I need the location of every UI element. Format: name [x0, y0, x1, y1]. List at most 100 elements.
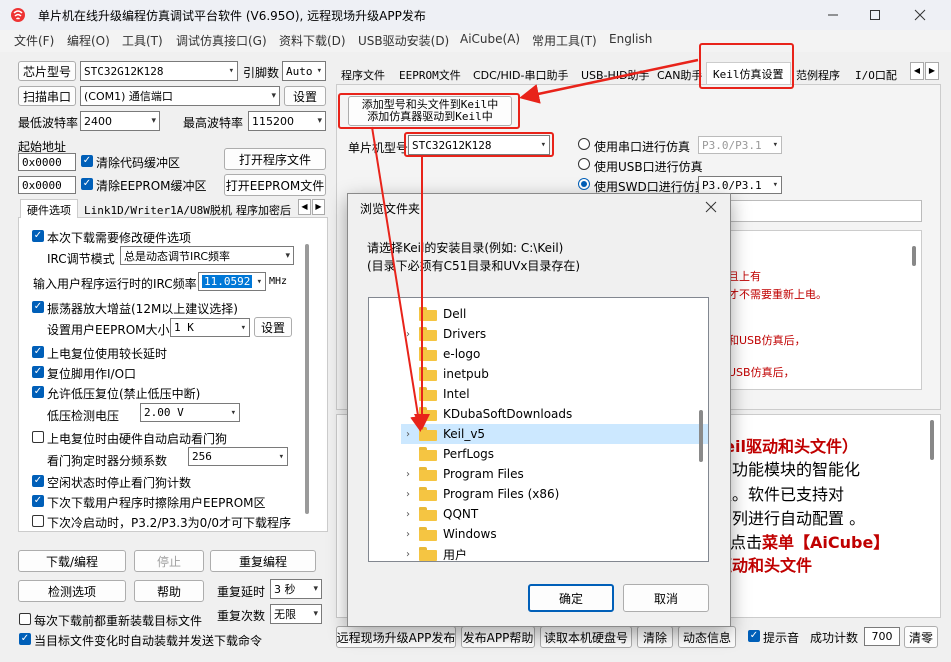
close-icon[interactable]: [913, 8, 927, 22]
folder-tree-item[interactable]: › Windows: [401, 524, 708, 544]
right-tab-scroll-right-icon[interactable]: ▶: [925, 62, 939, 80]
clear-eeprom-checkbox[interactable]: ✓: [81, 178, 93, 190]
sim-swd-port-select[interactable]: P3.0/P3.1 ▾: [698, 176, 782, 194]
dialog-ok-button[interactable]: 确定: [528, 584, 614, 612]
tab-examples[interactable]: 范例程序: [796, 67, 840, 83]
menu-program[interactable]: 编程(O): [67, 32, 110, 49]
folder-tree-item[interactable]: › Program Files (x86): [401, 484, 708, 504]
chevron-right-icon[interactable]: ›: [401, 429, 415, 440]
dialog-close-icon[interactable]: [704, 200, 718, 214]
menu-usb-driver[interactable]: USB驱动安装(D): [358, 32, 449, 49]
tab-program-file[interactable]: 程序文件: [341, 67, 385, 83]
repeat-delay-select[interactable]: 3 秒 ▾: [270, 579, 322, 599]
min-baud-select[interactable]: 2400 ▾: [80, 111, 160, 131]
folder-tree-item[interactable]: Intel: [401, 384, 708, 404]
chevron-right-icon[interactable]: ›: [401, 489, 415, 500]
open-eeprom-button[interactable]: 打开EEPROM文件: [224, 174, 326, 196]
code-address-input[interactable]: 0x0000: [18, 153, 76, 171]
sim-serial-port-select[interactable]: P3.0/P3.1 ▾: [698, 136, 782, 154]
folder-tree-item[interactable]: inetpub: [401, 364, 708, 384]
long-delay-checkbox[interactable]: ✓: [32, 346, 44, 358]
osc-gain-checkbox[interactable]: ✓: [32, 301, 44, 313]
sim-swd-radio[interactable]: [578, 178, 590, 190]
hw-options-scrollbar[interactable]: [305, 244, 309, 514]
reprogram-button[interactable]: 重复编程: [210, 550, 316, 572]
tab-io-config[interactable]: I/O口配: [855, 67, 909, 83]
reset-count-button[interactable]: 清零: [904, 626, 938, 648]
folder-tree-item[interactable]: › Program Files: [401, 464, 708, 484]
check-options-button[interactable]: 检测选项: [18, 580, 126, 602]
tab-offline-programmer[interactable]: Link1D/Writer1A/U8W脱机: [84, 202, 232, 218]
scan-port-button[interactable]: 扫描串口: [18, 86, 76, 106]
read-disk-id-button[interactable]: 读取本机硬盘号: [540, 626, 632, 648]
lvd-reset-checkbox[interactable]: ✓: [32, 386, 44, 398]
irc-mode-select[interactable]: 总是动态调节IRC频率 ▾: [120, 246, 294, 265]
wdt-div-select[interactable]: 256 ▾: [188, 447, 288, 466]
menu-download[interactable]: 资料下载(D): [279, 32, 346, 49]
tree-scrollbar[interactable]: [699, 410, 703, 462]
folder-tree-item[interactable]: e-logo: [401, 344, 708, 364]
menu-aicube[interactable]: AiCube(A): [460, 32, 520, 46]
port-settings-button[interactable]: 设置: [284, 86, 326, 106]
tab-eeprom-file[interactable]: EEPROM文件: [399, 67, 461, 83]
auto-load-checkbox[interactable]: ✓: [19, 633, 31, 645]
cold-boot-checkbox[interactable]: [32, 515, 44, 527]
pins-select[interactable]: Auto ▾: [282, 61, 326, 81]
chevron-right-icon[interactable]: ›: [401, 509, 415, 520]
folder-tree-item[interactable]: › Drivers: [401, 324, 708, 344]
maximize-icon[interactable]: [868, 8, 882, 22]
reload-checkbox[interactable]: [19, 613, 31, 625]
menu-common-tools[interactable]: 常用工具(T): [532, 32, 597, 49]
max-baud-select[interactable]: 115200 ▾: [248, 111, 326, 131]
chip-model-select[interactable]: STC32G12K128 ▾: [80, 61, 238, 81]
chevron-right-icon[interactable]: ›: [401, 329, 415, 340]
folder-tree-item[interactable]: › 用户: [401, 544, 708, 561]
tab-usb-hid[interactable]: USB-HID助手: [581, 67, 650, 83]
irc-freq-select[interactable]: 11.0592 ▾: [198, 272, 266, 291]
folder-tree-item[interactable]: Dell: [401, 304, 708, 324]
sim-serial-radio[interactable]: [578, 138, 590, 150]
stop-button[interactable]: 停止: [134, 550, 204, 572]
download-button[interactable]: 下载/编程: [18, 550, 126, 572]
right-tab-scroll-left-icon[interactable]: ◀: [910, 62, 924, 80]
folder-tree-item[interactable]: › QQNT: [401, 504, 708, 524]
help-button[interactable]: 帮助: [134, 580, 204, 602]
folder-tree-item[interactable]: KDubaSoftDownloads: [401, 404, 708, 424]
tab-can[interactable]: CAN助手: [657, 67, 702, 83]
description-scrollbar[interactable]: [930, 420, 934, 460]
chip-model-button[interactable]: 芯片型号: [18, 61, 76, 81]
lvd-voltage-select[interactable]: 2.00 V ▾: [140, 403, 240, 422]
eeprom-size-select[interactable]: 1 K ▾: [170, 318, 250, 337]
path-input[interactable]: [700, 200, 922, 222]
menu-debug[interactable]: 调试仿真接口(G): [176, 32, 267, 49]
tab-scroll-right-icon[interactable]: ▶: [312, 199, 325, 215]
dynamic-info-button[interactable]: 动态信息: [678, 626, 736, 648]
chevron-right-icon[interactable]: ›: [401, 529, 415, 540]
folder-tree-item[interactable]: › Keil_v5: [401, 424, 708, 444]
chevron-right-icon[interactable]: ›: [401, 469, 415, 480]
remote-app-publish-button[interactable]: 远程现场升级APP发布: [336, 626, 456, 648]
beep-checkbox[interactable]: ✓: [748, 630, 760, 642]
chevron-right-icon[interactable]: ›: [401, 549, 415, 560]
eeprom-address-input[interactable]: 0x0000: [18, 176, 76, 194]
clear-code-checkbox[interactable]: ✓: [81, 155, 93, 167]
tab-encryption[interactable]: 程序加密后: [236, 202, 296, 218]
port-select[interactable]: (COM1) 通信端口 ▾: [80, 86, 280, 106]
folder-tree[interactable]: Dell › Drivers e-logo inetpub Intel KDubaSoftD…: [368, 297, 709, 562]
wdt-auto-checkbox[interactable]: [32, 431, 44, 443]
eeprom-set-button[interactable]: 设置: [254, 317, 292, 337]
minimize-icon[interactable]: [826, 8, 840, 22]
folder-tree-item[interactable]: PerfLogs: [401, 444, 708, 464]
tab-hardware-options[interactable]: 硬件选项: [20, 199, 78, 220]
dialog-cancel-button[interactable]: 取消: [623, 584, 709, 612]
modify-hw-checkbox[interactable]: ✓: [32, 230, 44, 242]
open-program-button[interactable]: 打开程序文件: [224, 148, 326, 170]
reset-io-checkbox[interactable]: ✓: [32, 366, 44, 378]
repeat-count-select[interactable]: 无限 ▾: [270, 604, 322, 624]
sim-usb-radio[interactable]: [578, 158, 590, 170]
app-help-button[interactable]: 发布APP帮助: [461, 626, 535, 648]
idle-wdt-checkbox[interactable]: ✓: [32, 475, 44, 487]
menu-tools[interactable]: 工具(T): [122, 32, 163, 49]
clear-button[interactable]: 清除: [637, 626, 673, 648]
tab-cdc-serial[interactable]: CDC/HID-串口助手: [473, 67, 569, 83]
